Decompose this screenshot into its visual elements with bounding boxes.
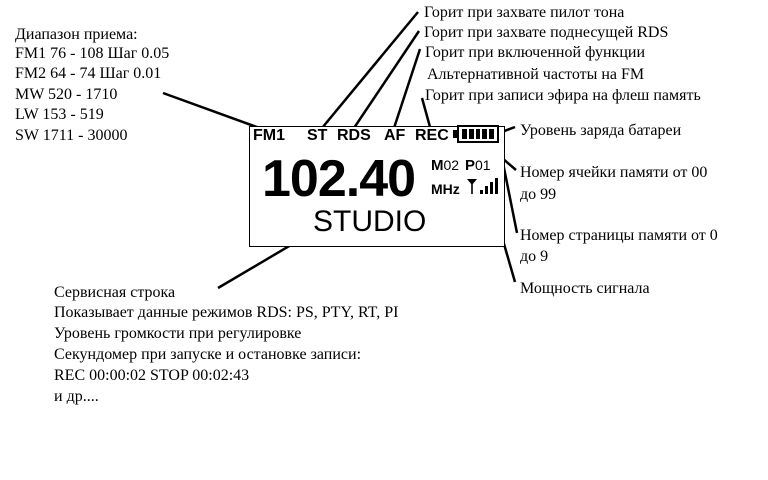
callout-cell-line2: до 99 [520, 186, 557, 203]
signal-bar [480, 190, 483, 194]
callout-rds: Горит при захвате поднесущей RDS [424, 24, 669, 41]
antenna-icon [467, 179, 477, 194]
service-line-display: STUDIO [313, 205, 427, 238]
signal-strength-icon [467, 178, 498, 194]
memory-cell-value: 02 [443, 157, 460, 173]
battery-icon [457, 125, 499, 143]
range-item: FM2 64 - 74 Шаг 0.01 [15, 65, 162, 82]
indicator-fm1: FM1 [253, 127, 285, 144]
callout-af-line2: Альтернативной частоты на FM [427, 66, 645, 83]
leader-page [501, 162, 519, 234]
service-line: и др.... [54, 388, 99, 405]
callout-page-line2: до 9 [520, 248, 549, 265]
indicator-st: ST [307, 127, 328, 144]
frequency: 102.40 [262, 150, 416, 208]
frequency-unit: MHz [431, 181, 460, 197]
battery-cell [489, 129, 494, 139]
range-item: FM1 76 - 108 Шаг 0.05 [15, 45, 170, 62]
signal-bar [495, 178, 498, 194]
battery-cell [475, 129, 481, 139]
memory-cell: M02 [431, 157, 459, 174]
callout-cell-line1: Номер ячейки памяти от 00 [520, 164, 708, 181]
indicator-af: AF [384, 127, 406, 144]
signal-bar [490, 182, 493, 194]
memory-page-prefix: P [465, 157, 476, 174]
range-item: SW 1711 - 30000 [15, 127, 128, 144]
indicator-rec: REC [415, 127, 449, 144]
service-line: Показывает данные режимов RDS: PS, PTY, … [54, 304, 399, 321]
leader-pilot [321, 11, 419, 129]
indicator-rds: RDS [337, 127, 371, 144]
range-item: LW 153 - 519 [15, 106, 104, 123]
callout-signal: Мощность сигнала [520, 280, 650, 297]
battery-cell [462, 129, 467, 139]
range-title: Диапазон приема: [15, 26, 138, 43]
memory-page-value: 01 [475, 157, 491, 173]
callout-pilot: Горит при захвате пилот тона [424, 4, 625, 21]
callout-rec: Горит при записи эфира на флеш память [425, 87, 701, 104]
memory-page: P01 [465, 157, 491, 174]
range-item: MW 520 - 1710 [15, 86, 118, 103]
callout-af-line1: Горит при включенной функции [425, 44, 646, 61]
service-line: Секундомер при запуске и остановке запис… [54, 346, 362, 363]
memory-cell-prefix: M [431, 157, 444, 174]
service-line: REC 00:00:02 STOP 00:02:43 [54, 367, 250, 384]
battery-cell [482, 129, 488, 139]
service-line: Сервисная строка [54, 284, 176, 301]
signal-bar [485, 186, 488, 194]
service-line: Уровень громкости при регулировке [54, 325, 302, 342]
leader-range [162, 91, 266, 132]
callout-battery: Уровень заряда батареи [520, 122, 682, 139]
battery-cell [468, 129, 474, 139]
callout-page-line1: Номер страницы памяти от 0 [520, 227, 718, 244]
